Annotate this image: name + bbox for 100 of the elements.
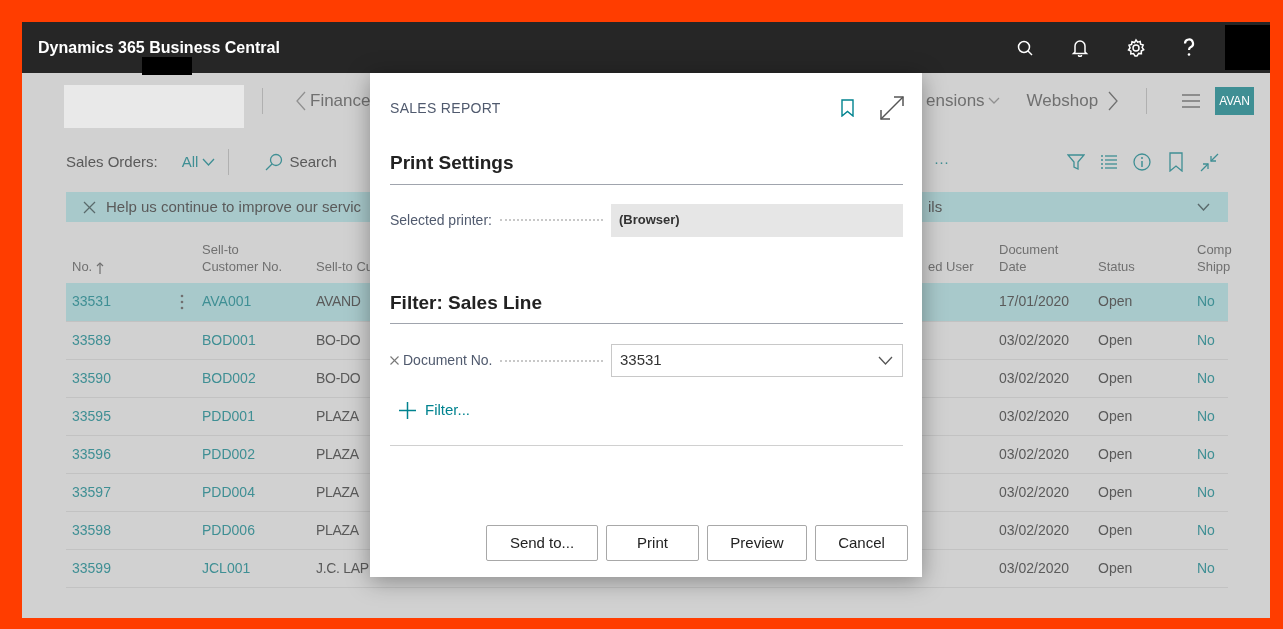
- close-icon[interactable]: [83, 200, 96, 214]
- chevron-down-icon: [878, 356, 893, 365]
- sort-arrow-icon[interactable]: [96, 261, 105, 274]
- bookmark-icon[interactable]: [841, 99, 854, 117]
- filter-icon[interactable]: [1067, 153, 1085, 171]
- dialog-button[interactable]: Cancel: [815, 525, 908, 561]
- nav-item[interactable]: Webshop: [1026, 87, 1099, 114]
- table-cell: BO-DO: [316, 369, 361, 386]
- table-cell[interactable]: BOD002: [202, 369, 256, 386]
- table-cell: Open: [1098, 521, 1133, 538]
- dialog-button[interactable]: Print: [606, 525, 699, 561]
- add-filter-link[interactable]: Filter...: [399, 399, 470, 422]
- table-cell[interactable]: BOD001: [202, 331, 256, 348]
- redaction-block: [1225, 25, 1270, 70]
- table-cell[interactable]: 33595: [72, 405, 111, 427]
- table-cell: 03/02/2020: [999, 445, 1070, 462]
- table-cell[interactable]: No: [1197, 483, 1215, 500]
- column-header[interactable]: No.: [72, 259, 93, 274]
- dialog-button[interactable]: Send to...: [486, 525, 598, 561]
- column-header[interactable]: ed User: [928, 259, 974, 274]
- table-cell: 03/02/2020: [999, 369, 1070, 386]
- chevron-down-icon[interactable]: [986, 96, 1001, 105]
- notification-text: Help us continue to improve our servic: [106, 196, 362, 217]
- table-cell: Open: [1098, 445, 1133, 462]
- table-cell: J.C. LAP: [316, 559, 369, 576]
- table-cell: AVAND: [316, 293, 361, 310]
- table-cell[interactable]: AVA001: [202, 293, 252, 310]
- table-cell[interactable]: PDD004: [202, 483, 255, 500]
- table-cell: 03/02/2020: [999, 559, 1070, 576]
- table-cell: PLAZA: [316, 483, 359, 500]
- table-cell: Open: [1098, 483, 1133, 500]
- table-cell: Open: [1098, 369, 1133, 386]
- chevron-right-icon[interactable]: [1108, 90, 1119, 111]
- section-heading: Print Settings: [390, 149, 903, 185]
- search-button[interactable]: Search: [265, 150, 337, 174]
- table-cell: Open: [1098, 293, 1133, 310]
- field-label: Selected printer:: [390, 210, 492, 230]
- more-vertical-icon[interactable]: [180, 293, 184, 310]
- table-cell: Open: [1098, 407, 1133, 424]
- table-cell: PLAZA: [316, 407, 359, 424]
- notification-text: ils: [928, 196, 943, 217]
- plus-icon: [399, 401, 416, 419]
- column-header[interactable]: Sell-to Customer No.: [202, 241, 292, 275]
- table-cell[interactable]: JCL001: [202, 559, 251, 576]
- table-cell: PLAZA: [316, 445, 359, 462]
- dropdown-field[interactable]: 33531: [611, 344, 903, 377]
- list-icon[interactable]: [1101, 154, 1117, 170]
- dialog-title: SALES REPORT: [390, 98, 501, 118]
- view-filter[interactable]: All: [181, 150, 216, 174]
- printer-field: (Browser): [611, 203, 903, 237]
- table-cell: 03/02/2020: [999, 483, 1070, 500]
- chevron-down-icon: [202, 158, 216, 166]
- table-cell[interactable]: No: [1197, 369, 1215, 386]
- table-cell[interactable]: No: [1197, 559, 1215, 576]
- bookmark-icon[interactable]: [1169, 152, 1183, 172]
- table-cell[interactable]: 33589: [72, 329, 111, 351]
- nav-item[interactable]: ensions: [926, 87, 985, 114]
- table-cell[interactable]: No: [1197, 407, 1215, 424]
- app-title: Dynamics 365 Business Central: [37, 37, 280, 58]
- search-icon[interactable]: [1016, 38, 1034, 57]
- table-cell[interactable]: 33590: [72, 367, 111, 389]
- nav-item[interactable]: Finance: [310, 87, 371, 114]
- expand-icon[interactable]: [879, 95, 905, 121]
- table-cell[interactable]: 33598: [72, 519, 111, 541]
- table-cell[interactable]: 33596: [72, 443, 111, 465]
- dialog-button[interactable]: Preview: [707, 525, 807, 561]
- page-title: Sales Orders:: [66, 151, 158, 172]
- table-cell: 03/02/2020: [999, 331, 1070, 348]
- table-cell[interactable]: 33597: [72, 481, 111, 503]
- bell-icon[interactable]: [1071, 38, 1089, 57]
- chevron-left-icon[interactable]: [296, 90, 306, 111]
- field-label: Document No.: [403, 351, 493, 370]
- settings-icon[interactable]: [1126, 37, 1146, 58]
- collapse-icon[interactable]: [1200, 152, 1219, 172]
- table-cell[interactable]: 33531: [72, 291, 111, 313]
- table-cell: PLAZA: [316, 521, 359, 538]
- table-cell: Open: [1098, 559, 1133, 576]
- table-cell[interactable]: PDD001: [202, 407, 255, 424]
- more-button[interactable]: ···: [934, 150, 949, 174]
- info-icon[interactable]: [1133, 153, 1151, 171]
- table-cell[interactable]: No: [1197, 445, 1215, 462]
- column-header[interactable]: Comp Shipp: [1197, 241, 1231, 275]
- table-cell: BO-DO: [316, 331, 361, 348]
- table-cell[interactable]: PDD006: [202, 521, 255, 538]
- table-cell[interactable]: 33599: [72, 557, 111, 579]
- menu-icon[interactable]: [1182, 93, 1201, 108]
- chevron-down-icon[interactable]: [1197, 203, 1210, 211]
- redaction-block: [142, 57, 192, 75]
- table-cell: 03/02/2020: [999, 521, 1070, 538]
- table-cell[interactable]: No: [1197, 521, 1215, 538]
- section-heading: Filter: Sales Line: [390, 288, 903, 324]
- column-header[interactable]: Status: [1098, 259, 1135, 274]
- search-icon: [265, 153, 284, 171]
- table-cell[interactable]: PDD002: [202, 445, 255, 462]
- close-icon[interactable]: [390, 356, 399, 365]
- column-header[interactable]: Document Date: [999, 241, 1069, 275]
- company-badge[interactable]: AVAN: [1215, 86, 1255, 115]
- table-cell: 03/02/2020: [999, 407, 1070, 424]
- table-cell[interactable]: No: [1197, 331, 1215, 348]
- table-cell: Open: [1098, 331, 1133, 348]
